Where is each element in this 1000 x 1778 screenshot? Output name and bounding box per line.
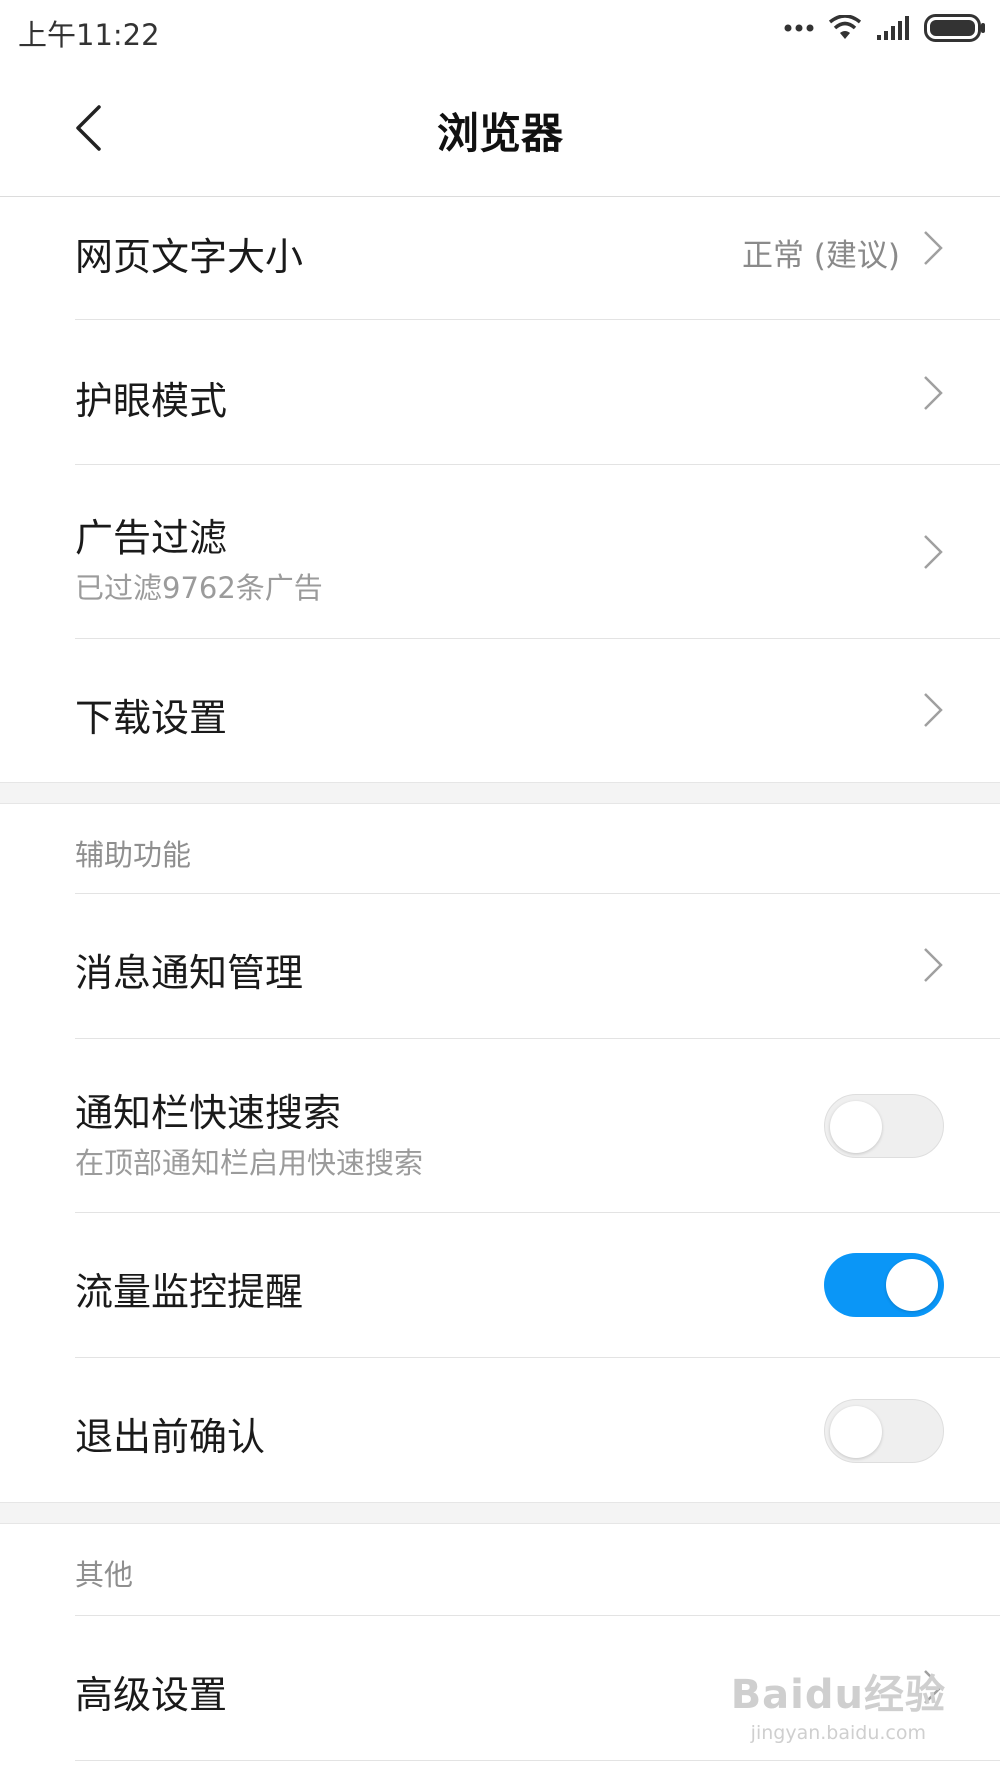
settings-row-notification-manage[interactable]: 消息通知管理 <box>0 894 1000 1039</box>
quick-search-toggle[interactable] <box>824 1094 944 1158</box>
toggle-knob <box>830 1406 882 1458</box>
toggle-knob <box>830 1101 882 1153</box>
section-title: 辅助功能 <box>75 838 192 872</box>
watermark-logo: Baidu经验 <box>730 1672 946 1718</box>
settings-row-font-size[interactable]: 网页文字大小 正常 (建议) <box>0 196 1000 320</box>
row-label: 下载设置 <box>75 696 228 740</box>
row-label: 广告过滤 <box>75 516 228 560</box>
row-label: 护眼模式 <box>75 379 228 423</box>
section-header-other: 其他 <box>0 1524 1000 1616</box>
toggle-knob <box>886 1259 938 1311</box>
settings-row-download[interactable]: 下载设置 <box>0 639 1000 784</box>
row-label: 通知栏快速搜索 <box>75 1091 342 1135</box>
row-value: 正常 (建议) <box>741 238 900 274</box>
status-icons <box>784 14 986 42</box>
traffic-monitor-toggle[interactable] <box>824 1253 944 1317</box>
row-label: 高级设置 <box>75 1673 228 1717</box>
more-dots-icon <box>784 24 814 32</box>
row-label: 流量监控提醒 <box>75 1270 304 1314</box>
wifi-icon <box>828 15 862 39</box>
signal-icon <box>877 16 909 40</box>
battery-icon <box>924 14 985 42</box>
section-gap <box>0 782 1000 804</box>
status-bar: 上午11:22 <box>0 0 1000 58</box>
watermark-url: jingyan.baidu.com <box>750 1722 927 1744</box>
settings-row-traffic-monitor: 流量监控提醒 <box>0 1213 1000 1358</box>
row-label: 消息通知管理 <box>75 951 304 995</box>
chevron-right-icon <box>924 231 943 265</box>
settings-row-ad-filter[interactable]: 广告过滤 已过滤9762条广告 <box>0 465 1000 639</box>
app-header: 浏览器 <box>0 58 1000 197</box>
divider <box>75 1760 1000 1761</box>
row-subtitle: 在顶部通知栏启用快速搜索 <box>75 1146 424 1180</box>
baidu-watermark: Baidu经验 jingyan.baidu.com <box>731 1662 946 1744</box>
chevron-right-icon <box>924 376 943 410</box>
settings-row-exit-confirm: 退出前确认 <box>0 1358 1000 1504</box>
status-time: 上午11:22 <box>18 18 160 52</box>
row-subtitle: 已过滤9762条广告 <box>75 571 323 605</box>
section-header-assist: 辅助功能 <box>0 804 1000 894</box>
chevron-right-icon <box>924 948 943 982</box>
row-label: 网页文字大小 <box>75 235 304 279</box>
chevron-right-icon <box>924 535 943 569</box>
settings-row-quick-search: 通知栏快速搜索 在顶部通知栏启用快速搜索 <box>0 1039 1000 1213</box>
settings-row-eye-mode[interactable]: 护眼模式 <box>0 320 1000 465</box>
page-title: 浏览器 <box>436 109 563 158</box>
section-title: 其他 <box>75 1558 134 1592</box>
row-label: 退出前确认 <box>75 1415 266 1459</box>
chevron-right-icon <box>924 693 943 727</box>
exit-confirm-toggle[interactable] <box>824 1399 944 1463</box>
section-gap <box>0 1502 1000 1524</box>
